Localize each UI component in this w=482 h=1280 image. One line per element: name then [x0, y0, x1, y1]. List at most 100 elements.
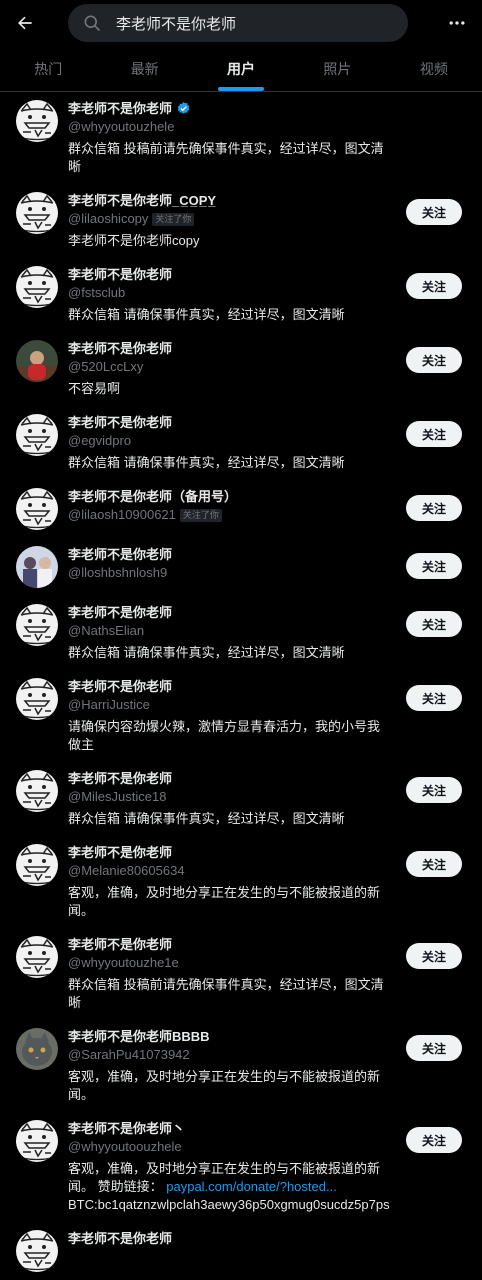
- follow-button[interactable]: 关注: [406, 421, 462, 447]
- user-handle: @520LccLxy: [68, 359, 144, 374]
- user-bio: 群众信箱 请确保事件真实，经过详尽，图文清晰: [68, 306, 390, 324]
- avatar[interactable]: [16, 1028, 58, 1070]
- avatar[interactable]: [16, 844, 58, 886]
- follow-button[interactable]: 关注: [406, 851, 462, 877]
- avatar[interactable]: [16, 678, 58, 720]
- user-bio: 群众信箱 投稿前请先确保事件真实，经过详尽，图文清晰: [68, 140, 390, 176]
- avatar[interactable]: [16, 770, 58, 812]
- user-name-line[interactable]: 李老师不是你老师: [68, 770, 390, 787]
- user-display-name[interactable]: 李老师不是你老师: [68, 546, 172, 563]
- user-name-line[interactable]: 李老师不是你老师: [68, 100, 390, 117]
- user-name-line[interactable]: 李老师不是你老师BBBB: [68, 1028, 390, 1045]
- user-name-line[interactable]: 李老师不是你老师: [68, 844, 390, 861]
- user-row[interactable]: 李老师不是你老师 @lloshbshnlosh9 关注: [0, 538, 482, 596]
- user-handle: @HarriJustice: [68, 697, 150, 712]
- user-name-line[interactable]: 李老师不是你老师: [68, 266, 390, 283]
- follow-button[interactable]: 关注: [406, 777, 462, 803]
- user-bio: 群众信箱 请确保事件真实，经过详尽，图文清晰: [68, 454, 390, 472]
- user-bio-text: 群众信箱 请确保事件真实，经过详尽，图文清晰: [68, 307, 345, 322]
- follow-button[interactable]: 关注: [406, 347, 462, 373]
- user-display-name[interactable]: 李老师不是你老师: [68, 100, 172, 117]
- user-name-line[interactable]: 李老师不是你老师: [68, 936, 390, 953]
- user-row[interactable]: 李老师不是你老师 @whyyoutouzhe1e 群众信箱 投稿前请先确保事件真实，…: [0, 928, 482, 1020]
- user-handle-line: @HarriJustice: [68, 696, 390, 714]
- avatar[interactable]: [16, 488, 58, 530]
- user-name-line[interactable]: 李老师不是你老师_C̲O̲P̲Y̲: [68, 192, 390, 209]
- follow-button[interactable]: 关注: [406, 553, 462, 579]
- user-display-name[interactable]: 李老师不是你老师丶: [68, 1120, 185, 1137]
- user-display-name[interactable]: 李老师不是你老师: [68, 1230, 172, 1247]
- user-name-line[interactable]: 李老师不是你老师: [68, 1230, 390, 1247]
- user-row[interactable]: 李老师不是你老师 @fstsclub 群众信箱 请确保事件真实，经过详尽，图文清晰 关…: [0, 258, 482, 332]
- follow-button[interactable]: 关注: [406, 1127, 462, 1153]
- follow-button[interactable]: 关注: [406, 495, 462, 521]
- user-name-line[interactable]: 李老师不是你老师: [68, 604, 390, 621]
- avatar[interactable]: [16, 546, 58, 588]
- user-name-line[interactable]: 李老师不是你老师: [68, 414, 390, 431]
- user-name-line[interactable]: 李老师不是你老师（备用号）: [68, 488, 390, 505]
- user-bio: 群众信箱 请确保事件真实，经过详尽，图文清晰: [68, 810, 390, 828]
- user-name-line[interactable]: 李老师不是你老师丶: [68, 1120, 390, 1137]
- user-display-name[interactable]: 李老师不是你老师BBBB: [68, 1028, 210, 1045]
- user-display-name[interactable]: 李老师不是你老师: [68, 266, 172, 283]
- user-display-name[interactable]: 李老师不是你老师: [68, 844, 172, 861]
- user-bio: 请确保内容劲爆火辣，激情方显青春活力，我的小号我做主: [68, 718, 390, 754]
- user-display-name[interactable]: 李老师不是你老师: [68, 678, 172, 695]
- follow-button[interactable]: 关注: [406, 1035, 462, 1061]
- follow-button[interactable]: 关注: [406, 685, 462, 711]
- user-handle: @NathsElian: [68, 623, 145, 638]
- follow-button[interactable]: 关注: [406, 611, 462, 637]
- user-handle-line: @Melanie80605634: [68, 862, 390, 880]
- user-row[interactable]: 李老师不是你老师_C̲O̲P̲Y̲ @lilaoshicopy 关注了你 李老师不是你…: [0, 184, 482, 258]
- avatar[interactable]: [16, 192, 58, 234]
- search-tabs: 热门 最新 用户 照片 视频: [0, 46, 482, 92]
- tab-videos[interactable]: 视频: [386, 46, 482, 91]
- search-input[interactable]: [114, 13, 394, 33]
- user-row[interactable]: 李老师不是你老师 @NathsElian 群众信箱 请确保事件真实，经过详尽，图文清…: [0, 596, 482, 670]
- avatar[interactable]: [16, 266, 58, 308]
- more-options-icon[interactable]: [442, 8, 472, 38]
- avatar[interactable]: [16, 604, 58, 646]
- user-handle: @whyyoutouzhele: [68, 119, 175, 134]
- avatar[interactable]: [16, 414, 58, 456]
- avatar[interactable]: [16, 1120, 58, 1162]
- user-info: 李老师不是你老师 @520LccLxy 不容易啊: [68, 340, 468, 398]
- user-name-line[interactable]: 李老师不是你老师: [68, 340, 390, 357]
- user-row[interactable]: 李老师不是你老师 @egvidpro 群众信箱 请确保事件真实，经过详尽，图文清晰 关…: [0, 406, 482, 480]
- user-bio: 客观，准确，及时地分享正在发生的与不能被报道的新闻。: [68, 884, 390, 920]
- tab-latest[interactable]: 最新: [96, 46, 192, 91]
- avatar[interactable]: [16, 100, 58, 142]
- tab-photos[interactable]: 照片: [289, 46, 385, 91]
- user-row[interactable]: 李老师不是你老师BBBB @SarahPu41073942 客观，准确，及时地分享正…: [0, 1020, 482, 1112]
- user-row[interactable]: 李老师不是你老师 @520LccLxy 不容易啊 关注: [0, 332, 482, 406]
- tab-people[interactable]: 用户: [193, 46, 289, 91]
- user-row[interactable]: 李老师不是你老师（备用号） @lilaosh10900621 关注了你 关注: [0, 480, 482, 538]
- user-name-line[interactable]: 李老师不是你老师: [68, 546, 390, 563]
- back-arrow-icon[interactable]: [10, 8, 40, 38]
- user-row[interactable]: 李老师不是你老师: [0, 1222, 482, 1280]
- user-row[interactable]: 李老师不是你老师 @Melanie80605634 客观，准确，及时地分享正在发生的…: [0, 836, 482, 928]
- user-display-name[interactable]: 李老师不是你老师: [68, 770, 172, 787]
- user-row[interactable]: 李老师不是你老师 @whyyoutouzhele 群众信箱 投稿前请先确保事件真实，…: [0, 92, 482, 184]
- search-box[interactable]: [68, 4, 408, 42]
- user-name-line[interactable]: 李老师不是你老师: [68, 678, 390, 695]
- user-display-name[interactable]: 李老师不是你老师_C̲O̲P̲Y̲: [68, 192, 216, 209]
- user-row[interactable]: 李老师不是你老师 @HarriJustice 请确保内容劲爆火辣，激情方显青春活力，…: [0, 670, 482, 762]
- follow-button[interactable]: 关注: [406, 943, 462, 969]
- follow-button[interactable]: 关注: [406, 273, 462, 299]
- user-display-name[interactable]: 李老师不是你老师（备用号）: [68, 488, 237, 505]
- bio-link[interactable]: paypal.com/donate/?hosted...: [166, 1179, 337, 1194]
- user-display-name[interactable]: 李老师不是你老师: [68, 414, 172, 431]
- avatar[interactable]: [16, 340, 58, 382]
- user-bio-tail: BTC:bc1qatznzwlpclah3aewy36p50xgmug0sucd…: [68, 1197, 390, 1212]
- avatar[interactable]: [16, 1230, 58, 1272]
- user-display-name[interactable]: 李老师不是你老师: [68, 340, 172, 357]
- tab-top[interactable]: 热门: [0, 46, 96, 91]
- user-display-name[interactable]: 李老师不是你老师: [68, 604, 172, 621]
- user-display-name[interactable]: 李老师不是你老师: [68, 936, 172, 953]
- user-row[interactable]: 李老师不是你老师丶 @whyyoutoouzhele 客观，准确，及时地分享正在发生…: [0, 1112, 482, 1222]
- avatar[interactable]: [16, 936, 58, 978]
- follow-button[interactable]: 关注: [406, 199, 462, 225]
- user-row[interactable]: 李老师不是你老师 @MilesJustice18 群众信箱 请确保事件真实，经过详尽…: [0, 762, 482, 836]
- user-handle: @whyyoutoouzhele: [68, 1139, 182, 1154]
